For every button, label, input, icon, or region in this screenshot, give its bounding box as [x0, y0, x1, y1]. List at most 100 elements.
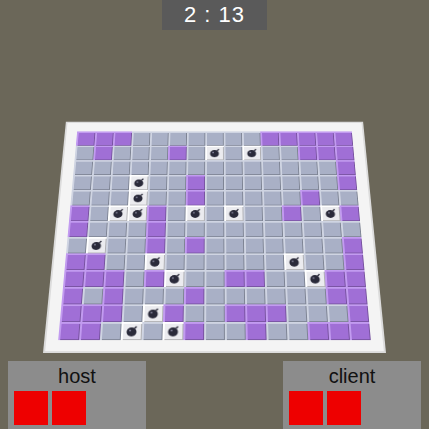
wall-tile: [224, 175, 243, 190]
bomb-icon: [131, 208, 144, 219]
player-panel: client: [283, 361, 421, 429]
wall-tile: [266, 322, 287, 340]
wall-tile: [205, 131, 223, 145]
wall-tile: [304, 253, 325, 270]
floor-tile: [336, 160, 356, 175]
wall-tile: [243, 205, 263, 221]
wall-tile: [341, 221, 362, 237]
wall-tile: [204, 270, 224, 287]
wall-tile: [286, 304, 307, 322]
bomb-tile: [205, 146, 224, 161]
wall-tile: [185, 221, 205, 237]
floor-tile: [282, 205, 302, 221]
wall-tile: [205, 175, 224, 190]
floor-tile: [63, 270, 85, 287]
wall-tile: [279, 146, 298, 161]
wall-tile: [72, 175, 92, 190]
wall-tile: [319, 190, 339, 205]
bomb-tile: [128, 190, 148, 205]
floor-tile: [326, 287, 348, 304]
wall-tile: [165, 253, 185, 270]
bomb-tile: [185, 205, 204, 221]
floor-tile: [260, 131, 279, 145]
floor-tile: [183, 322, 204, 340]
bomb-icon: [148, 256, 162, 268]
floor-tile: [113, 131, 132, 145]
wall-tile: [244, 237, 264, 253]
floor-tile: [347, 304, 369, 322]
wall-tile: [126, 221, 146, 237]
player-panel: host: [8, 361, 146, 429]
wall-tile: [224, 237, 244, 253]
floor-tile: [279, 131, 298, 145]
wall-tile: [131, 146, 150, 161]
bomb-icon: [324, 208, 338, 219]
floor-tile: [83, 270, 104, 287]
wall-tile: [244, 221, 264, 237]
bomb-tile: [121, 322, 143, 340]
bomb-tile: [242, 146, 261, 161]
bomb-tile: [304, 270, 325, 287]
bomb-tile: [142, 304, 163, 322]
bomb-icon: [287, 256, 301, 268]
wall-tile: [299, 175, 319, 190]
wall-tile: [224, 160, 243, 175]
floor-tile: [184, 287, 205, 304]
wall-tile: [263, 237, 283, 253]
wall-tile: [305, 287, 326, 304]
wall-tile: [244, 253, 264, 270]
wall-tile: [224, 131, 243, 145]
bomb-tile: [108, 205, 128, 221]
wall-tile: [205, 253, 225, 270]
wall-tile: [264, 253, 284, 270]
bomb-icon: [89, 239, 103, 250]
board-area: [43, 30, 386, 361]
wall-tile: [225, 287, 246, 304]
wall-tile: [106, 237, 127, 253]
wall-tile: [243, 190, 262, 205]
wall-tile: [186, 160, 205, 175]
bomb-icon: [132, 177, 145, 188]
floor-tile: [339, 205, 360, 221]
wall-tile: [149, 146, 168, 161]
wall-tile: [205, 237, 225, 253]
wall-tile: [285, 287, 306, 304]
wall-tile: [323, 253, 344, 270]
floor-tile: [328, 322, 350, 340]
wall-tile: [112, 146, 131, 161]
floor-tile: [101, 304, 123, 322]
floor-tile: [334, 131, 354, 145]
floor-tile: [145, 237, 165, 253]
wall-tile: [66, 237, 87, 253]
floor-tile: [60, 304, 82, 322]
wall-tile: [204, 287, 224, 304]
bomb-icon: [189, 208, 202, 219]
wall-tile: [110, 175, 130, 190]
wall-tile: [105, 253, 126, 270]
wall-tile: [280, 160, 299, 175]
wall-tile: [264, 270, 285, 287]
floor-tile: [225, 304, 246, 322]
floor-tile: [224, 270, 244, 287]
lives: [289, 391, 361, 425]
wall-tile: [242, 160, 261, 175]
wall-tile: [284, 270, 305, 287]
bomb-icon: [308, 273, 322, 285]
floor-tile: [146, 221, 166, 237]
wall-tile: [204, 322, 225, 340]
floor-tile: [168, 146, 187, 161]
wall-tile: [168, 131, 187, 145]
floor-tile: [337, 175, 357, 190]
floor-tile: [349, 322, 371, 340]
wall-tile: [73, 160, 93, 175]
bomb-icon: [131, 192, 144, 203]
bomb-tile: [162, 322, 183, 340]
floor-tile: [147, 205, 167, 221]
wall-tile: [165, 237, 185, 253]
wall-tile: [282, 221, 302, 237]
wall-tile: [301, 205, 321, 221]
wall-tile: [167, 175, 186, 190]
bomb-icon: [167, 273, 181, 285]
wall-tile: [261, 146, 280, 161]
wall-tile: [166, 190, 185, 205]
